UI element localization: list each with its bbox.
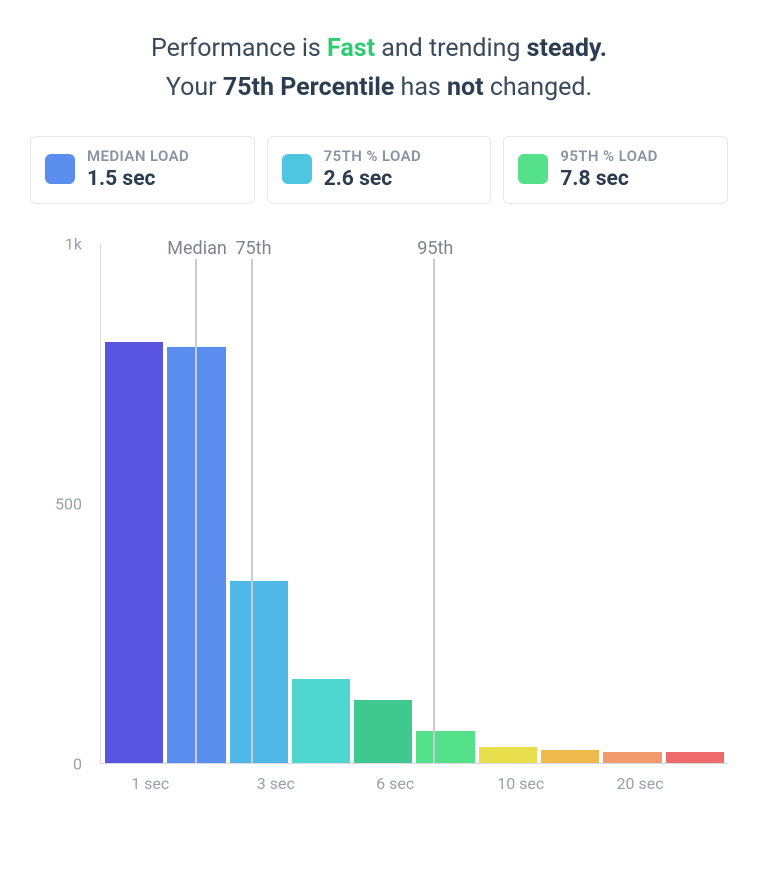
headline-text: changed.	[484, 73, 592, 102]
trend-tag: steady.	[527, 34, 607, 63]
y-tick-label: 500	[55, 494, 82, 513]
histogram-bar[interactable]	[479, 747, 537, 763]
y-tick-label: 1k	[65, 234, 82, 253]
stat-value: 2.6 sec	[324, 167, 422, 191]
histogram-bar[interactable]	[105, 342, 163, 762]
x-axis: 1 sec 3 sec 6 sec 10 sec 20 sec	[100, 768, 728, 804]
swatch-icon	[282, 154, 312, 184]
y-tick-label: 0	[73, 754, 82, 773]
performance-headline: Performance is Fast and trending steady.…	[30, 30, 728, 108]
histogram-bar[interactable]	[416, 731, 474, 762]
stat-value: 7.8 sec	[560, 167, 658, 191]
histogram-bar[interactable]	[292, 679, 350, 762]
headline-text: and trending	[375, 34, 527, 63]
stat-label: 95TH % LOAD	[560, 147, 658, 165]
plot-area: Median75th95th	[100, 244, 728, 764]
histogram-chart: 1k5000 Median75th95th 1 sec 3 sec 6 sec 10 …	[30, 244, 728, 804]
x-tick-label: 6 sec	[376, 774, 414, 793]
histogram-bar[interactable]	[666, 752, 724, 762]
stat-cards: MEDIAN LOAD 1.5 sec 75TH % LOAD 2.6 sec …	[30, 136, 728, 204]
histogram-bar[interactable]	[354, 700, 412, 762]
histogram-bar[interactable]	[541, 750, 599, 763]
bars	[101, 244, 728, 763]
fast-tag: Fast	[327, 34, 375, 63]
swatch-icon	[518, 154, 548, 184]
x-tick-label: 1 sec	[131, 774, 169, 793]
percentile-tag: 75th Percentile	[223, 73, 394, 102]
headline-text: Performance is	[151, 34, 327, 63]
stat-label: MEDIAN LOAD	[87, 147, 189, 165]
x-tick-label: 3 sec	[257, 774, 295, 793]
headline-text: Your	[166, 73, 223, 102]
histogram-bar[interactable]	[603, 752, 661, 762]
stat-label: 75TH % LOAD	[324, 147, 422, 165]
swatch-icon	[45, 154, 75, 184]
histogram-bar[interactable]	[167, 347, 225, 762]
change-tag: not	[447, 73, 484, 102]
y-axis: 1k5000	[30, 244, 90, 764]
headline-text: has	[394, 73, 447, 102]
histogram-bar[interactable]	[230, 581, 288, 763]
x-tick-label: 10 sec	[497, 774, 544, 793]
stat-card-median[interactable]: MEDIAN LOAD 1.5 sec	[30, 136, 255, 204]
stat-card-75th[interactable]: 75TH % LOAD 2.6 sec	[267, 136, 492, 204]
stat-value: 1.5 sec	[87, 167, 189, 191]
x-tick-label: 20 sec	[617, 774, 664, 793]
stat-card-95th[interactable]: 95TH % LOAD 7.8 sec	[503, 136, 728, 204]
